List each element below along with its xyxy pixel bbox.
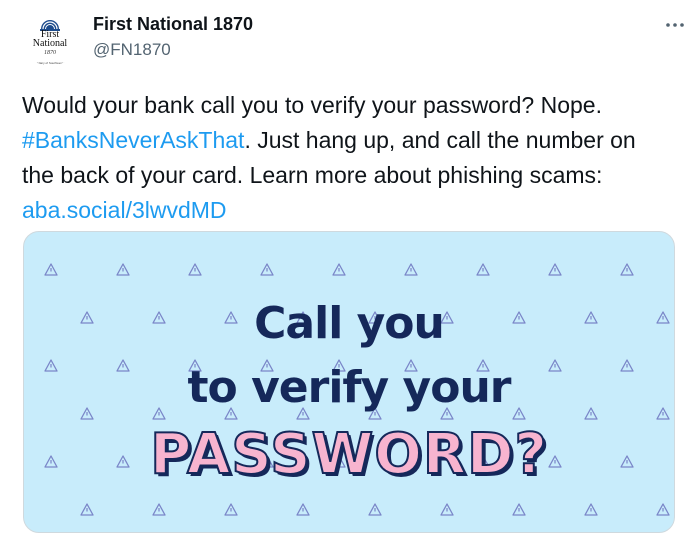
more-options-icon xyxy=(666,23,684,27)
tweet-media-image[interactable]: Call you to verify your PASSWORD? xyxy=(23,231,675,533)
warning-triangle-icon xyxy=(44,263,58,276)
warning-triangle-icon xyxy=(584,503,598,516)
warning-triangle-icon xyxy=(440,503,454,516)
warning-triangle-icon xyxy=(548,263,562,276)
warning-triangle-icon xyxy=(188,263,202,276)
warning-triangle-icon xyxy=(224,503,238,516)
warning-triangle-icon xyxy=(656,503,670,516)
tweet-text-part: Would your bank call you to verify your … xyxy=(22,92,602,118)
warning-triangle-icon xyxy=(80,503,94,516)
warning-triangle-icon xyxy=(116,263,130,276)
headline-password: PASSWORD? xyxy=(149,421,548,488)
logo-name: First National xyxy=(32,29,68,49)
tweet-text: Would your bank call you to verify your … xyxy=(22,88,672,228)
warning-triangle-icon xyxy=(152,503,166,516)
display-name[interactable]: First National 1870 xyxy=(93,14,253,35)
warning-triangle-icon xyxy=(620,263,634,276)
warning-triangle-icon xyxy=(332,263,346,276)
warning-triangle-icon xyxy=(512,503,526,516)
article-link[interactable]: aba.social/3lwvdMD xyxy=(22,197,227,223)
account-handle[interactable]: @FN1870 xyxy=(93,40,171,60)
hashtag-link[interactable]: #BanksNeverAskThat xyxy=(22,127,244,153)
warning-triangle-icon xyxy=(368,503,382,516)
warning-triangle-icon xyxy=(260,263,274,276)
headline-line-1: Call you xyxy=(254,298,445,349)
logo-tagline: A Subsidiary of Southwest Banks xyxy=(27,61,73,65)
avatar[interactable]: First National 1870 A Subsidiary of Sout… xyxy=(22,10,78,66)
headline-line-2: to verify your xyxy=(187,362,512,413)
warning-triangle-icon xyxy=(476,263,490,276)
logo-year: 1870 xyxy=(44,50,56,56)
warning-triangle-icon xyxy=(404,263,418,276)
warning-triangle-icon xyxy=(296,503,310,516)
more-options-button[interactable] xyxy=(660,10,690,40)
